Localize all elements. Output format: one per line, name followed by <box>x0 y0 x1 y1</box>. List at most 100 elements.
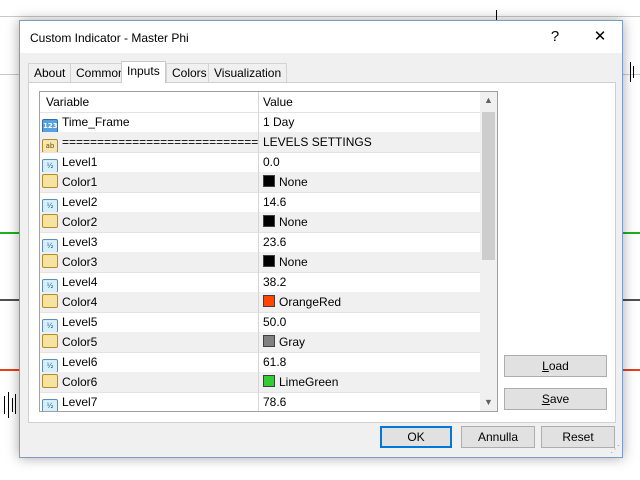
value-cell[interactable]: 50.0 <box>258 312 480 332</box>
scroll-thumb[interactable] <box>482 112 495 260</box>
table-row[interactable]: ½ Level5 50.0 <box>40 312 480 333</box>
variable-cell: ½ Level6 <box>42 352 258 372</box>
load-button[interactable]: Load <box>504 355 607 377</box>
color-swatch <box>263 375 275 387</box>
column-header-variable[interactable]: Variable <box>42 92 262 112</box>
value-cell[interactable]: None <box>258 252 480 272</box>
value-cell[interactable]: None <box>258 212 480 232</box>
value-cell[interactable]: 78.6 <box>258 392 480 411</box>
double-icon: ½ <box>42 159 58 172</box>
scroll-up-icon[interactable]: ▲ <box>480 92 497 109</box>
chart-tick <box>633 66 634 78</box>
value-text: Gray <box>279 335 306 349</box>
variable-name: Level5 <box>62 315 98 329</box>
value-text: 0.0 <box>263 155 280 169</box>
window-title: Custom Indicator - Master Phi <box>30 31 189 45</box>
color-swatch <box>263 175 275 187</box>
load-label-rest: oad <box>548 359 569 373</box>
value-cell[interactable]: Gray <box>258 332 480 352</box>
variable-name: Color2 <box>62 215 98 229</box>
variable-name: Level6 <box>62 355 98 369</box>
variable-cell: ½ Level5 <box>42 312 258 332</box>
value-text: 14.6 <box>263 195 287 209</box>
variable-name: Time_Frame <box>62 115 130 129</box>
color-swatch <box>263 255 275 267</box>
chart-tick <box>12 398 13 412</box>
table-row[interactable]: Color3 None <box>40 252 480 273</box>
value-text: LEVELS SETTINGS <box>263 135 372 149</box>
value-cell[interactable]: 0.0 <box>258 152 480 172</box>
inputs-grid: Variable Value 123 Time_Frame 1 Day ab =====… <box>39 91 498 412</box>
value-text: OrangeRed <box>279 295 342 309</box>
value-text: 50.0 <box>263 315 287 329</box>
table-row[interactable]: Color6 LimeGreen <box>40 372 480 393</box>
value-text: LimeGreen <box>279 375 339 389</box>
color-icon <box>42 294 58 308</box>
grid-header: Variable Value <box>40 92 480 113</box>
table-row[interactable]: ab ================================ LEVELS… <box>40 132 480 153</box>
ok-button[interactable]: OK <box>380 426 452 448</box>
value-cell[interactable]: 61.8 <box>258 352 480 372</box>
value-cell[interactable]: 23.6 <box>258 232 480 252</box>
variable-name: ================================ <box>62 135 258 149</box>
column-header-value[interactable]: Value <box>258 92 480 112</box>
tab-about[interactable]: About <box>28 63 72 82</box>
close-icon[interactable]: ✕ <box>586 27 614 47</box>
help-icon[interactable]: ? <box>541 27 569 47</box>
value-cell[interactable]: None <box>258 172 480 192</box>
value-text: 23.6 <box>263 235 287 249</box>
title-bar[interactable]: Custom Indicator - Master Phi ? ✕ <box>20 21 622 53</box>
chart-tick <box>8 392 9 418</box>
scroll-down-icon[interactable]: ▼ <box>480 394 497 411</box>
int-icon: 123 <box>42 119 58 132</box>
resize-grip-icon[interactable]: ⋰ <box>610 445 620 455</box>
variable-cell: 123 Time_Frame <box>42 112 258 132</box>
variable-cell: ½ Level3 <box>42 232 258 252</box>
grid-scrollbar[interactable]: ▲ ▼ <box>480 92 497 411</box>
tab-colors[interactable]: Colors <box>166 63 213 82</box>
table-row[interactable]: Color2 None <box>40 212 480 233</box>
save-mnemonic: S <box>541 392 550 406</box>
inputs-grid-body: Variable Value 123 Time_Frame 1 Day ab =====… <box>40 92 480 411</box>
chart-gridline-top <box>0 16 640 17</box>
color-icon <box>42 254 58 268</box>
value-text: 38.2 <box>263 275 287 289</box>
variable-name: Color1 <box>62 175 98 189</box>
variable-name: Level2 <box>62 195 98 209</box>
variable-name: Level4 <box>62 275 98 289</box>
value-cell[interactable]: 38.2 <box>258 272 480 292</box>
table-row[interactable]: ½ Level6 61.8 <box>40 352 480 373</box>
table-row[interactable]: ½ Level4 38.2 <box>40 272 480 293</box>
value-cell[interactable]: 14.6 <box>258 192 480 212</box>
table-row[interactable]: ½ Level3 23.6 <box>40 232 480 253</box>
table-row[interactable]: Color1 None <box>40 172 480 193</box>
color-icon <box>42 214 58 228</box>
save-button[interactable]: Save <box>504 388 607 410</box>
table-row[interactable]: ½ Level7 78.6 <box>40 392 480 411</box>
color-swatch <box>263 295 275 307</box>
value-text: None <box>279 175 308 189</box>
value-cell[interactable]: 1 Day <box>258 112 480 132</box>
table-row[interactable]: Color4 OrangeRed <box>40 292 480 313</box>
cancel-button[interactable]: Annulla <box>461 426 535 448</box>
table-row[interactable]: ½ Level2 14.6 <box>40 192 480 213</box>
value-text: 78.6 <box>263 395 287 409</box>
variable-cell: ½ Level4 <box>42 272 258 292</box>
chart-tick <box>15 394 16 414</box>
variable-name: Level7 <box>62 395 98 409</box>
tab-visualization[interactable]: Visualization <box>208 63 288 82</box>
table-row[interactable]: 123 Time_Frame 1 Day <box>40 112 480 133</box>
variable-cell: Color2 <box>42 212 258 232</box>
value-cell[interactable]: OrangeRed <box>258 292 480 312</box>
string-icon: ab <box>42 139 58 152</box>
table-row[interactable]: ½ Level1 0.0 <box>40 152 480 173</box>
variable-cell: ½ Level7 <box>42 392 258 411</box>
table-row[interactable]: Color5 Gray <box>40 332 480 353</box>
value-cell[interactable]: LEVELS SETTINGS <box>258 132 480 152</box>
value-text: None <box>279 255 308 269</box>
value-cell[interactable]: LimeGreen <box>258 372 480 392</box>
color-icon <box>42 174 58 188</box>
inputs-panel: Variable Value 123 Time_Frame 1 Day ab =====… <box>28 82 616 423</box>
reset-button[interactable]: Reset <box>541 426 615 448</box>
tab-inputs[interactable]: Inputs <box>121 61 166 83</box>
